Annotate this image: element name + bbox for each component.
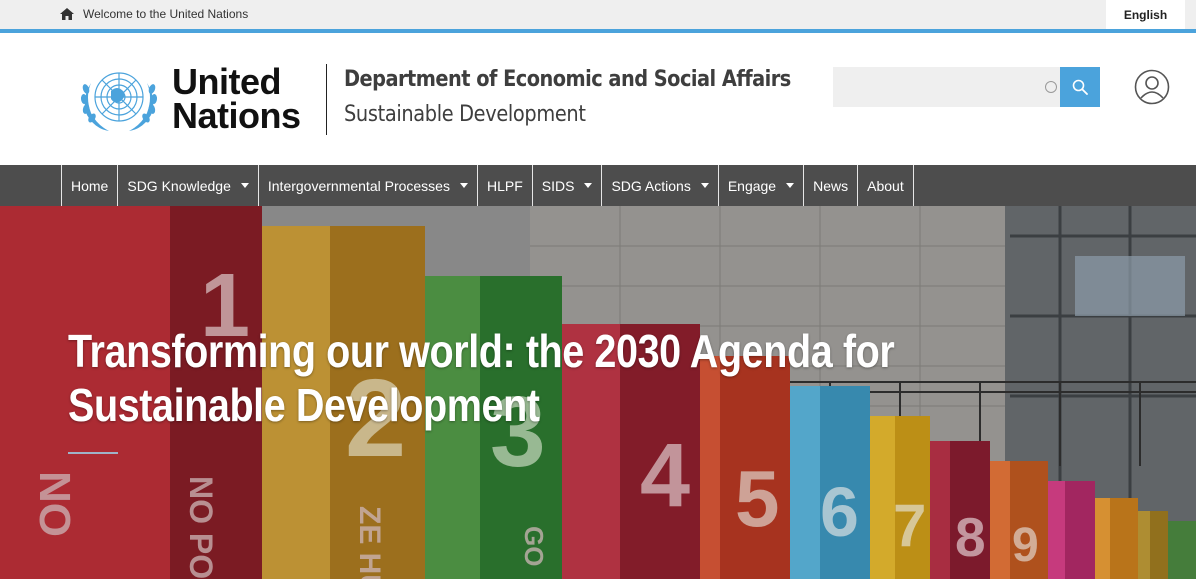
department-title[interactable]: Department of Economic and Social Affair… [344,67,791,92]
user-icon[interactable] [1134,69,1170,105]
search-icon [1072,79,1088,95]
nav-list: Home SDG Knowledge Intergovernmental Pro… [61,165,914,206]
nav-item-label: SDG Knowledge [127,177,231,194]
caret-down-icon [786,183,795,188]
nav-item-label: HLPF [486,177,523,194]
nav-item-engage[interactable]: Engage [719,165,805,206]
logo-line-2: Nations [172,95,301,136]
nav-item-label: About [867,177,904,194]
main-navigation: Home SDG Knowledge Intergovernmental Pro… [0,165,1196,206]
caret-down-icon [584,183,593,188]
subdepartment-title[interactable]: Sustainable Development [344,102,586,127]
caret-down-icon [240,183,249,188]
nav-item-sids[interactable]: SIDS [533,165,603,206]
welcome-link[interactable]: Welcome to the United Nations [60,0,248,27]
caret-down-icon [700,183,709,188]
site-header: United Nations Department of Economic an… [0,33,1196,165]
nav-item-sdg-knowledge[interactable]: SDG Knowledge [118,165,259,206]
nav-item-sdg-actions[interactable]: SDG Actions [602,165,719,206]
logo-line-1: United [172,61,281,102]
welcome-text: Welcome to the United Nations [83,6,249,21]
hero-banner: 1 2 3 4 5 6 7 8 9 NO NO PO ZE HU GO Tran… [0,206,1196,579]
top-utility-bar: Welcome to the United Nations English [0,0,1196,31]
un-logo-text[interactable]: United Nations [172,61,301,136]
nav-item-about[interactable]: About [858,165,914,206]
nav-item-label: SDG Actions [611,177,691,194]
search-button[interactable] [1060,67,1100,107]
un-emblem-icon[interactable] [75,63,163,135]
nav-item-label: Intergovernmental Processes [267,177,450,194]
nav-item-home[interactable]: Home [62,165,119,206]
header-divider [326,64,327,135]
nav-item-label: Engage [727,177,777,194]
nav-item-label: News [813,177,849,194]
search-input[interactable] [833,67,1060,107]
caret-down-icon [459,183,468,188]
nav-item-hlpf[interactable]: HLPF [478,165,533,206]
language-selector[interactable]: English [1106,0,1185,29]
nav-item-intergovernmental-processes[interactable]: Intergovernmental Processes [259,165,478,206]
nav-item-label: Home [71,177,109,194]
search-loading-indicator [1045,81,1057,93]
nav-item-news[interactable]: News [804,165,859,206]
hero-title-underline [68,452,118,454]
hero-title: Transforming our world: the 2030 Agenda … [68,325,895,431]
nav-item-label: SIDS [541,177,575,194]
home-icon [60,7,74,20]
